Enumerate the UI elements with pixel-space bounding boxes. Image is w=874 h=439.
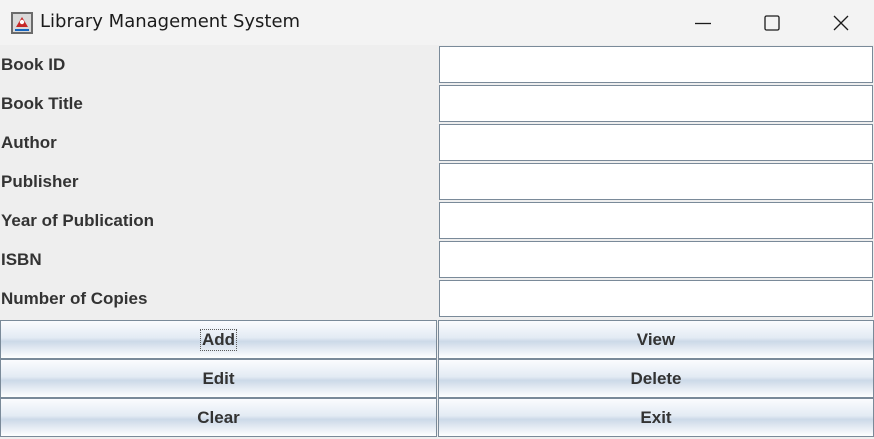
number-of-copies-label: Number of Copies bbox=[1, 289, 148, 308]
exit-button[interactable]: Exit bbox=[438, 398, 874, 437]
year-of-publication-input[interactable] bbox=[439, 202, 873, 239]
java-app-icon bbox=[10, 11, 34, 35]
book-id-input[interactable] bbox=[439, 46, 873, 83]
clear-button[interactable]: Clear bbox=[0, 398, 437, 437]
number-of-copies-input[interactable] bbox=[439, 280, 873, 317]
publisher-label: Publisher bbox=[1, 172, 79, 191]
app-window: Library Management System Book ID Book T… bbox=[0, 0, 874, 439]
form-row-year: Year of Publication bbox=[0, 201, 874, 240]
title-bar[interactable]: Library Management System bbox=[0, 0, 874, 45]
book-id-label: Book ID bbox=[1, 55, 66, 74]
exit-button-label: Exit bbox=[640, 407, 672, 427]
delete-button-label: Delete bbox=[630, 368, 682, 388]
publisher-input[interactable] bbox=[439, 163, 873, 200]
isbn-input[interactable] bbox=[439, 241, 873, 278]
delete-button[interactable]: Delete bbox=[438, 359, 874, 398]
view-button[interactable]: View bbox=[438, 320, 874, 359]
window-title: Library Management System bbox=[40, 11, 301, 32]
edit-button-label: Edit bbox=[202, 368, 235, 388]
minimize-icon bbox=[695, 22, 711, 24]
minimize-button[interactable] bbox=[668, 0, 738, 45]
form-row-book-title: Book Title bbox=[0, 84, 874, 123]
clear-button-label: Clear bbox=[197, 407, 240, 427]
form-row-publisher: Publisher bbox=[0, 162, 874, 201]
form-row-book-id: Book ID bbox=[0, 45, 874, 84]
year-of-publication-label: Year of Publication bbox=[1, 211, 155, 230]
author-input[interactable] bbox=[439, 124, 873, 161]
close-icon bbox=[833, 15, 849, 30]
form-row-isbn: ISBN bbox=[0, 240, 874, 279]
maximize-button[interactable] bbox=[737, 0, 807, 45]
edit-button[interactable]: Edit bbox=[0, 359, 437, 398]
add-button-label: Add bbox=[199, 328, 238, 351]
close-button[interactable] bbox=[806, 0, 874, 45]
form-row-copies: Number of Copies bbox=[0, 279, 874, 318]
add-button[interactable]: Add bbox=[0, 320, 437, 359]
maximize-icon bbox=[764, 14, 780, 31]
book-title-input[interactable] bbox=[439, 85, 873, 122]
book-title-label: Book Title bbox=[1, 94, 83, 113]
view-button-label: View bbox=[636, 329, 676, 349]
author-label: Author bbox=[1, 133, 57, 152]
form-row-author: Author bbox=[0, 123, 874, 162]
isbn-label: ISBN bbox=[1, 250, 42, 269]
